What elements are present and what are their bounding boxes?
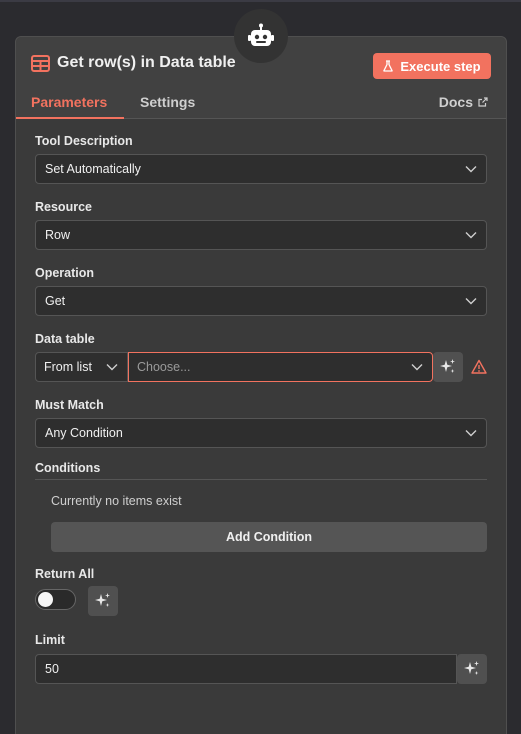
operation-label: Operation [35,266,95,280]
node-title: Get row(s) in Data table [57,54,236,71]
chevron-down-icon [106,364,118,371]
node-robot-icon [234,9,288,63]
limit-value: 50 [45,662,59,676]
operation-value: Get [45,294,66,308]
resource-label: Resource [35,200,92,214]
return-all-expression-button[interactable] [88,586,118,616]
data-table-expression-button[interactable] [433,352,463,382]
tool-description-value: Set Automatically [45,162,141,176]
data-table-label: Data table [35,332,95,346]
limit-expression-button[interactable] [457,654,487,684]
must-match-select[interactable]: Any Condition [35,418,487,448]
tool-description-select[interactable]: Set Automatically [35,154,487,184]
limit-label: Limit [35,633,65,647]
sparkles-icon [464,661,479,675]
add-condition-button[interactable]: Add Condition [51,522,487,552]
resource-select[interactable]: Row [35,220,487,250]
robot-icon [248,23,274,46]
docs-link[interactable]: Docs [439,94,488,110]
data-table-select[interactable]: Choose... [128,352,433,382]
conditions-label: Conditions [35,461,101,475]
limit-input[interactable]: 50 [35,654,457,684]
table-icon [31,55,50,72]
chevron-down-icon [465,298,477,305]
data-table-placeholder: Choose... [137,360,191,374]
tab-parameters[interactable]: Parameters [31,94,107,110]
operation-select[interactable]: Get [35,286,487,316]
chevron-down-icon [465,166,477,173]
sparkles-icon [440,359,455,373]
top-bar [0,0,521,2]
return-all-label: Return All [35,567,95,581]
data-table-mode-select[interactable]: From list [35,352,128,382]
flask-icon [383,60,394,72]
chevron-down-icon [411,364,423,371]
data-table-mode-value: From list [44,360,92,374]
node-panel: Get row(s) in Data table Execute step Pa… [15,36,507,734]
warning-icon [471,359,487,374]
return-all-toggle[interactable] [35,589,76,610]
external-link-icon [478,97,488,107]
conditions-empty-text: Currently no items exist [51,494,182,508]
parameters-body: Tool Description Set Automatically Resou… [16,119,506,734]
toggle-knob [38,592,53,607]
tool-description-label: Tool Description [35,134,133,148]
chevron-down-icon [465,232,477,239]
tab-settings[interactable]: Settings [140,94,195,110]
resource-value: Row [45,228,71,242]
must-match-value: Any Condition [45,426,123,440]
tab-bar: Parameters Settings Docs [16,91,506,119]
must-match-label: Must Match [35,398,104,412]
execute-step-button[interactable]: Execute step [373,53,491,79]
sparkles-icon [95,593,110,607]
execute-step-label: Execute step [400,58,481,74]
conditions-divider [35,479,487,480]
chevron-down-icon [465,430,477,437]
docs-label: Docs [438,94,473,110]
